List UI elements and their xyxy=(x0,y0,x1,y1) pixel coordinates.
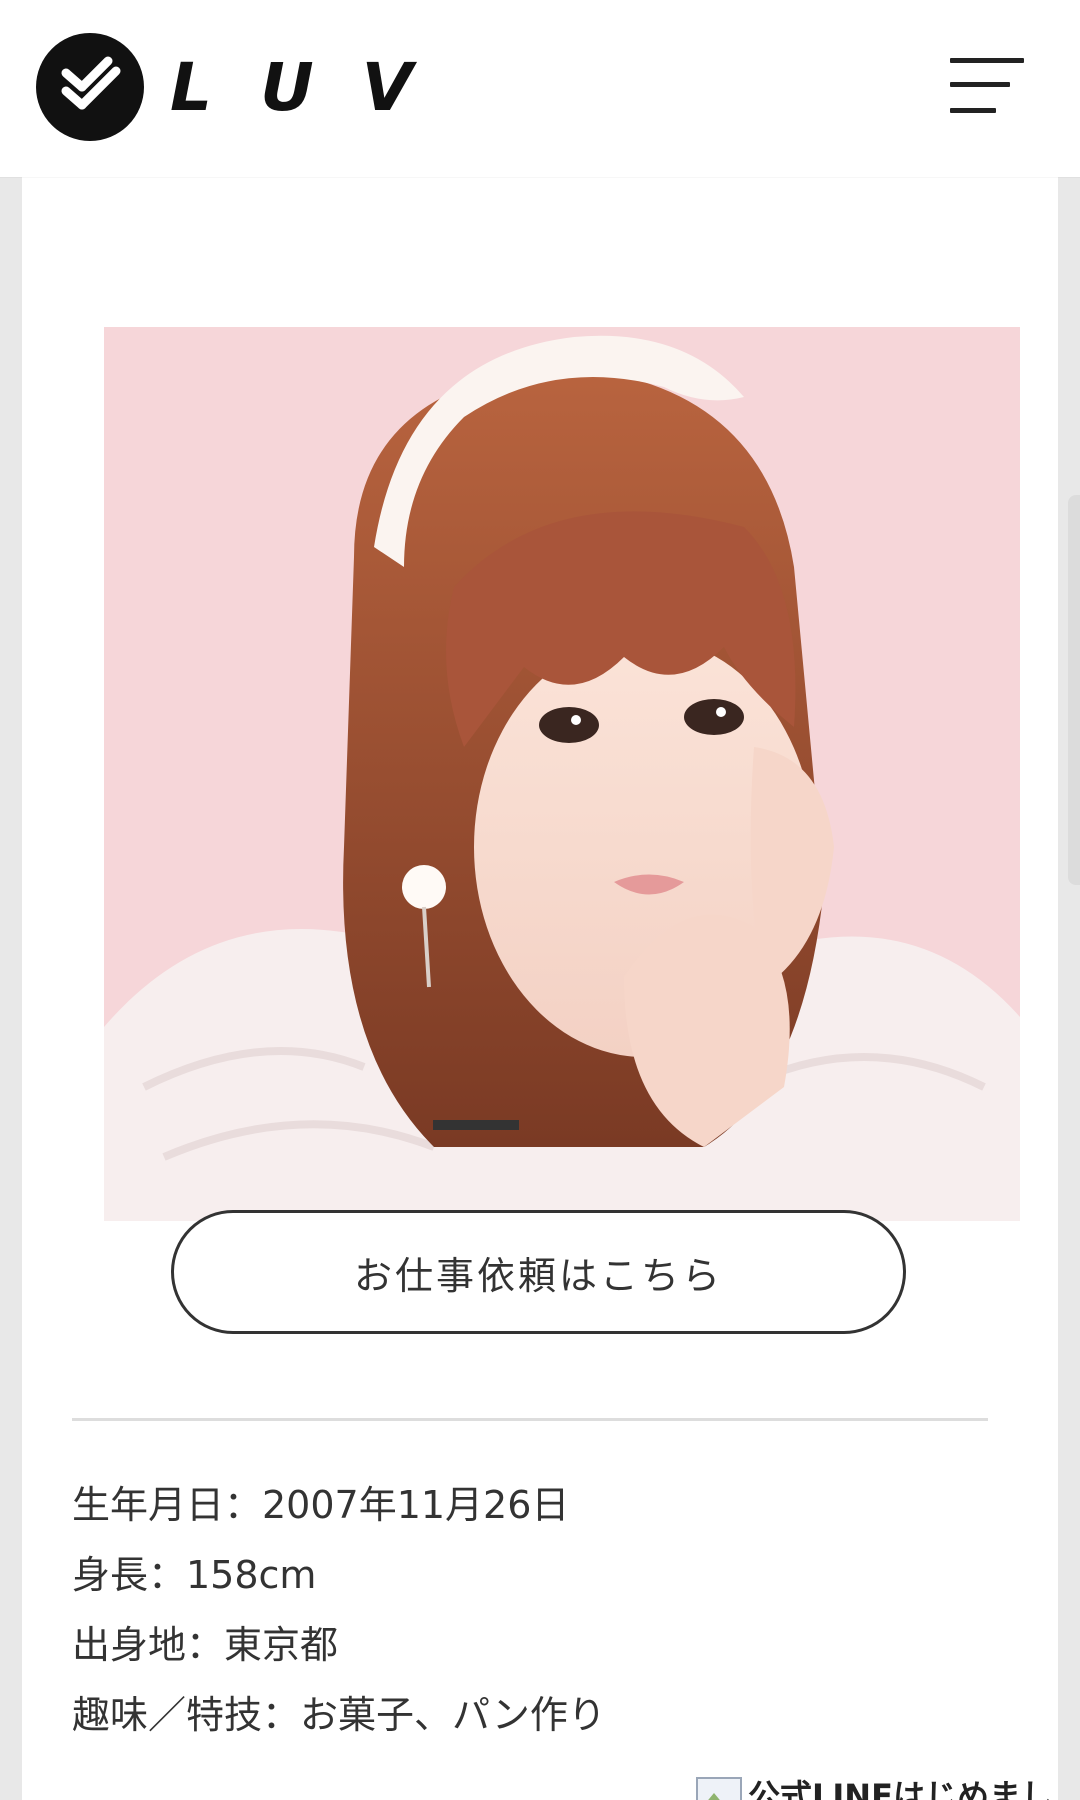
birthdate-text: 生年月日：2007年11月26日 xyxy=(72,1483,570,1527)
page: お仕事依頼はこちら 生年月日：2007年11月26日 身長：158cm 出身地：… xyxy=(0,0,1080,1800)
official-line-label: 公式LINEはじめまし xyxy=(748,1777,1053,1800)
birthplace-text: 出身地：東京都 xyxy=(72,1623,339,1667)
logo-letter-v: V xyxy=(361,48,413,126)
divider xyxy=(72,1418,988,1421)
portrait-illustration xyxy=(104,327,1020,1221)
luv-check-icon[interactable] xyxy=(36,33,144,141)
official-line-banner[interactable]: 公式LINEはじめまし xyxy=(696,1774,1053,1800)
work-request-button[interactable]: お仕事依頼はこちら xyxy=(171,1210,906,1334)
menu-line xyxy=(950,108,996,113)
height-text: 身長：158cm xyxy=(72,1553,317,1597)
hamburger-menu-icon[interactable] xyxy=(950,56,1026,116)
profile-card: お仕事依頼はこちら 生年月日：2007年11月26日 身長：158cm 出身地：… xyxy=(22,150,1058,1800)
broken-image-icon xyxy=(696,1777,742,1800)
hobby-text: 趣味／特技：お菓子、パン作り xyxy=(72,1693,606,1737)
profile-info: 生年月日：2007年11月26日 身長：158cm 出身地：東京都 趣味／特技：… xyxy=(72,1470,972,1750)
site-header: L U V xyxy=(0,0,1080,177)
scrollbar[interactable] xyxy=(1068,495,1080,885)
logo-letter-l: L xyxy=(170,48,213,126)
carousel-indicator[interactable] xyxy=(433,1120,519,1130)
site-logo[interactable]: L U V xyxy=(170,42,413,132)
profile-photo xyxy=(104,327,1020,1221)
logo-letter-u: U xyxy=(260,48,314,126)
menu-line xyxy=(950,58,1024,63)
menu-line xyxy=(950,82,1010,87)
